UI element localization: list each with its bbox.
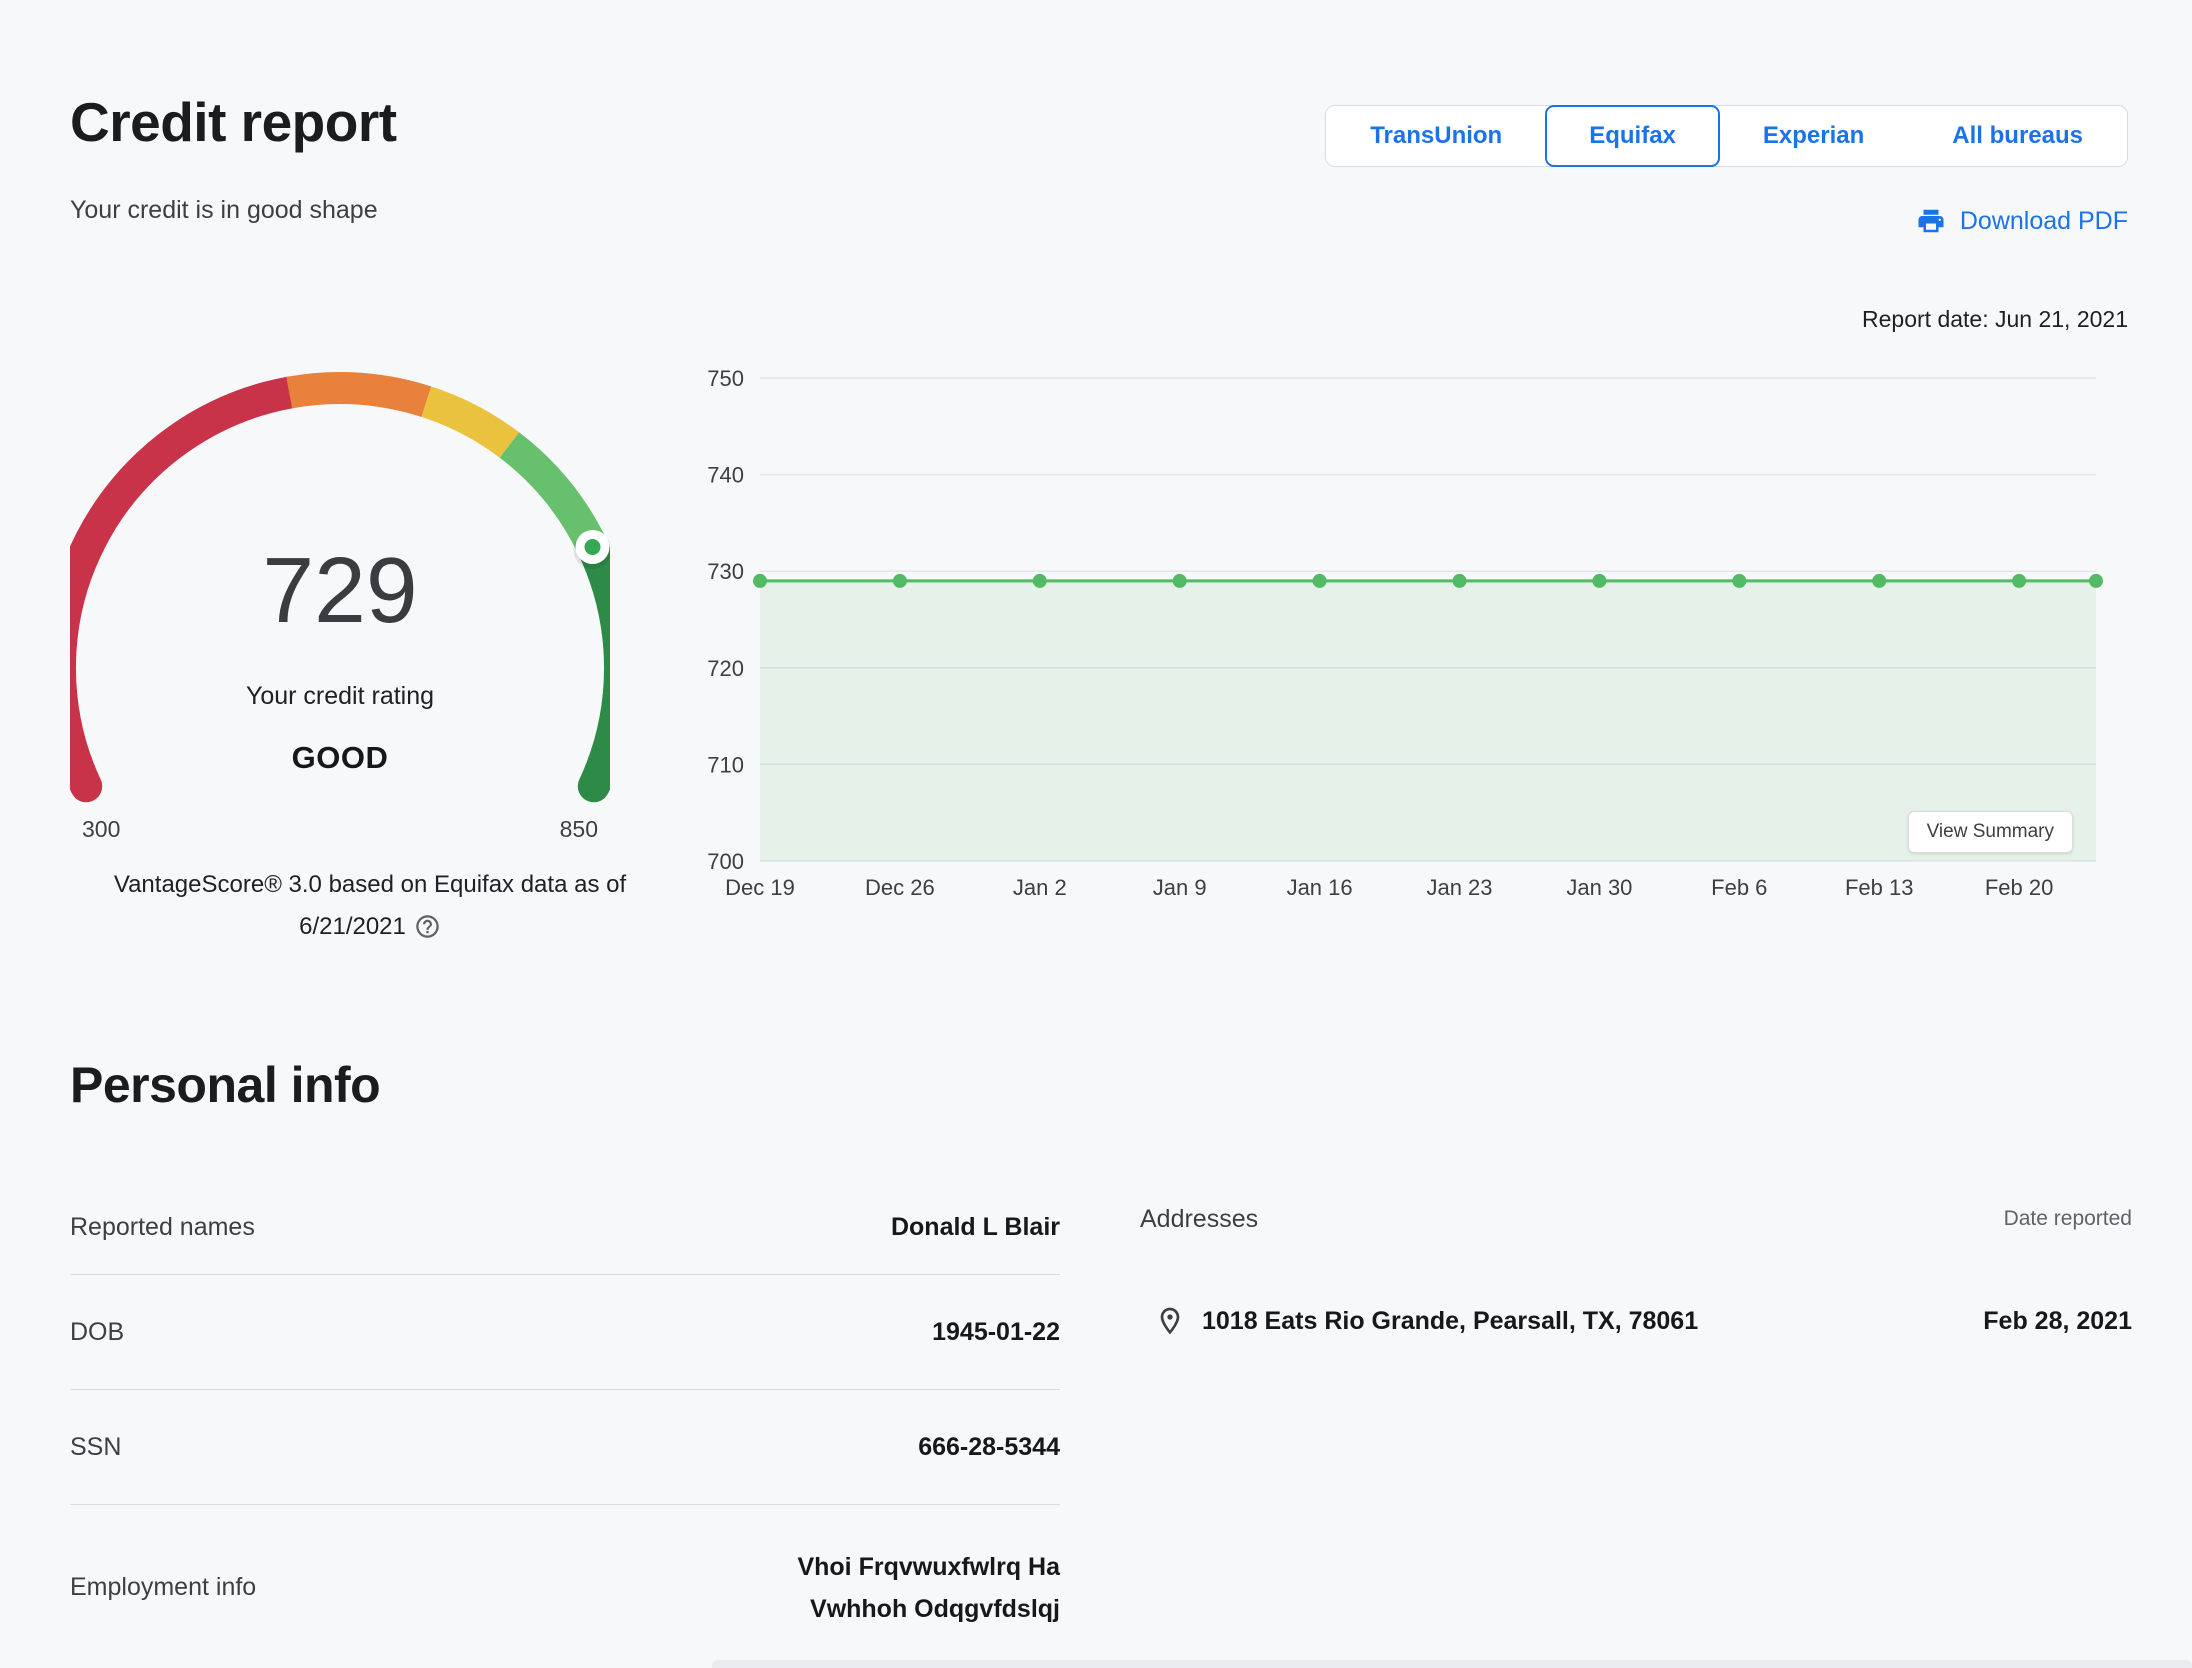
vantage-score-caption: VantageScore® 3.0 based on Equifax data … — [70, 864, 670, 948]
svg-text:Dec 19: Dec 19 — [725, 875, 795, 900]
row-label: Reported names — [70, 1213, 255, 1242]
address-list-item: 1018 Eats Rio Grande, Pearsall, TX, 7806… — [1140, 1304, 2132, 1338]
view-summary-button[interactable]: View Summary — [1908, 811, 2073, 853]
credit-rating-value: GOOD — [70, 740, 610, 776]
address-value: 1018 Eats Rio Grande, Pearsall, TX, 7806… — [1202, 1304, 1698, 1338]
svg-text:Jan 23: Jan 23 — [1426, 875, 1492, 900]
svg-text:740: 740 — [707, 463, 744, 488]
svg-text:Feb 13: Feb 13 — [1845, 875, 1914, 900]
svg-text:Jan 9: Jan 9 — [1153, 875, 1207, 900]
tab-experian[interactable]: Experian — [1719, 106, 1908, 166]
row-value: 666-28-5344 — [918, 1426, 1060, 1468]
tab-all-bureaus[interactable]: All bureaus — [1908, 106, 2127, 166]
tab-transunion[interactable]: TransUnion — [1326, 106, 1546, 166]
svg-text:Jan 30: Jan 30 — [1566, 875, 1632, 900]
credit-score-value: 729 — [70, 544, 610, 637]
svg-text:750: 750 — [707, 366, 744, 391]
table-row-employment: Employment info Vhoi Frqvwuxfwlrq Ha Vwh… — [70, 1505, 1060, 1668]
page-title: Credit report — [70, 90, 397, 154]
gauge-min-label: 300 — [82, 816, 120, 843]
gauge-scale: 300 850 — [70, 816, 610, 843]
bureau-tab-group: TransUnion Equifax Experian All bureaus — [1325, 105, 2128, 167]
table-row-dob: DOB 1945-01-22 — [70, 1275, 1060, 1390]
svg-text:730: 730 — [707, 559, 744, 584]
svg-text:Feb 6: Feb 6 — [1711, 875, 1767, 900]
row-label: SSN — [70, 1433, 121, 1462]
personal-info-heading: Personal info — [70, 1056, 380, 1114]
vantage-score-caption-text: VantageScore® 3.0 based on Equifax data … — [114, 871, 626, 940]
table-row-reported-names: Reported names Donald L Blair — [70, 1180, 1060, 1275]
score-trend-chart: 700 710 720 730 740 750 Dec 19 Dec 26 Jan 2 Jan 9… — [705, 358, 2135, 903]
row-value: Vhoi Frqvwuxfwlrq Ha Vwhhoh Odqgvfdslqj — [730, 1546, 1060, 1630]
location-pin-icon — [1154, 1305, 1186, 1337]
row-value: 1945-01-22 — [932, 1311, 1060, 1353]
credit-score-gauge: 729 Your credit rating GOOD 300 850 Vant… — [70, 368, 610, 938]
svg-text:720: 720 — [707, 656, 744, 681]
gauge-max-label: 850 — [560, 816, 598, 843]
row-label: DOB — [70, 1318, 124, 1347]
date-reported-label: Date reported — [2004, 1207, 2132, 1231]
row-value: Donald L Blair — [891, 1206, 1060, 1248]
credit-rating-label: Your credit rating — [70, 682, 610, 711]
address-date-reported: Feb 28, 2021 — [1983, 1304, 2132, 1338]
credit-report-page: Credit report Your credit is in good sha… — [0, 0, 2192, 1668]
next-section-edge — [712, 1660, 2192, 1668]
personal-info-table: Reported names Donald L Blair DOB 1945-0… — [70, 1180, 1060, 1668]
tab-equifax[interactable]: Equifax — [1545, 105, 1720, 167]
svg-text:Jan 2: Jan 2 — [1013, 875, 1067, 900]
svg-text:Jan 16: Jan 16 — [1287, 875, 1353, 900]
download-pdf-link[interactable]: Download PDF — [1916, 206, 2128, 236]
row-label: Employment info — [70, 1573, 256, 1602]
download-pdf-label: Download PDF — [1960, 207, 2128, 236]
addresses-header: Addresses Date reported — [1140, 1180, 2132, 1258]
svg-text:Dec 26: Dec 26 — [865, 875, 935, 900]
help-icon[interactable] — [414, 913, 441, 940]
page-subtitle: Your credit is in good shape — [70, 196, 378, 225]
addresses-section: Addresses Date reported 1018 Eats Rio Gr… — [1140, 1180, 2132, 1338]
report-date: Report date: Jun 21, 2021 — [1862, 306, 2128, 333]
addresses-label: Addresses — [1140, 1205, 1258, 1234]
svg-text:700: 700 — [707, 849, 744, 874]
printer-icon — [1916, 206, 1946, 236]
svg-text:Feb 20: Feb 20 — [1985, 875, 2054, 900]
table-row-ssn: SSN 666-28-5344 — [70, 1390, 1060, 1505]
address-entry: 1018 Eats Rio Grande, Pearsall, TX, 7806… — [1140, 1304, 1698, 1338]
svg-text:710: 710 — [707, 752, 744, 777]
